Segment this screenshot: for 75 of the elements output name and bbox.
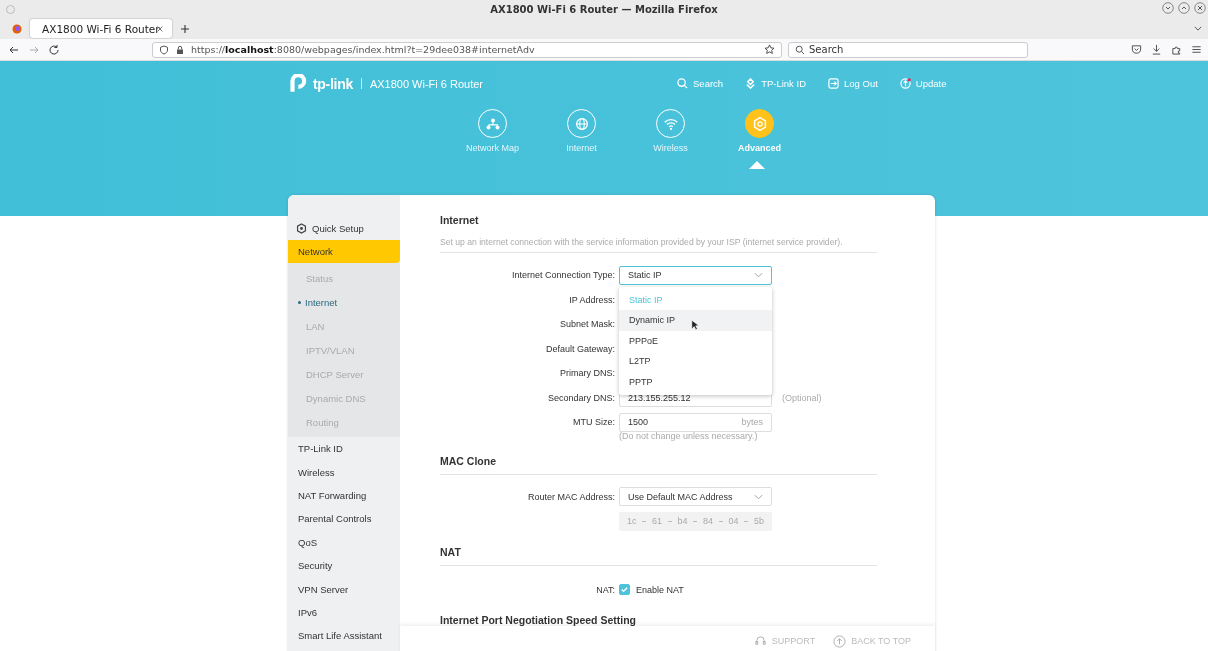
mac-octet: 1c: [627, 516, 637, 527]
section-title: Internet Port Negotiation Speed Setting: [440, 614, 637, 628]
new-tab-icon[interactable]: [180, 23, 190, 34]
caret-icon: [754, 493, 763, 500]
headset-icon: [753, 634, 767, 648]
sidebar-subitem[interactable]: Internet: [288, 290, 400, 314]
sidebar-item[interactable]: TP-Link ID: [288, 437, 400, 461]
menu-icon[interactable]: [1191, 44, 1202, 55]
field-label: Router MAC Address:: [526, 491, 616, 502]
mac-octet: 5b: [753, 516, 764, 527]
mouse-cursor-icon: [691, 318, 699, 331]
mac-octet: 84: [702, 516, 713, 527]
field-label: NAT:: [595, 584, 616, 595]
sidebar-item[interactable]: Smart Life Assistant: [288, 624, 400, 648]
logout-icon: [828, 78, 839, 89]
sidebar-item[interactable]: Security: [288, 553, 400, 578]
section-description: Set up an internet connection with the service information provided by your ISP (internet service provider).: [440, 237, 844, 247]
connection-type-select[interactable]: Static IP: [619, 265, 772, 285]
sidebar-item[interactable]: VPN Server: [288, 577, 400, 601]
section-title: NAT: [440, 545, 462, 560]
router-model: AX1800 Wi-Fi 6 Router: [369, 77, 483, 90]
gear-icon: [745, 109, 774, 138]
checkbox[interactable]: [619, 584, 630, 596]
mac-octet: 61: [652, 516, 662, 527]
section-title: Internet: [440, 214, 480, 228]
field-label: Subnet Mask:: [558, 319, 616, 330]
search-icon: [795, 44, 805, 55]
address-field[interactable]: https://localhost:8080/webpages/index.html?t=29dee038#internetAdv: [152, 41, 782, 58]
field-label: Secondary DNS:: [546, 392, 616, 403]
shield-icon[interactable]: [159, 44, 169, 55]
sidebar-item[interactable]: QoS: [288, 530, 400, 554]
dropdown-option[interactable]: L2TP: [619, 350, 772, 372]
maximize-icon[interactable]: [1178, 2, 1190, 14]
close-icon[interactable]: [1194, 2, 1206, 14]
extensions-icon[interactable]: [1171, 44, 1182, 55]
sidebar-item[interactable]: Network: [288, 240, 400, 263]
field-label: Default Gateway:: [544, 343, 616, 354]
section-title: MAC Clone: [440, 454, 497, 469]
minimize-icon[interactable]: [1162, 2, 1174, 14]
download-icon[interactable]: [1151, 44, 1162, 55]
dropdown-option[interactable]: Dynamic IP: [619, 310, 772, 331]
field-label: MTU Size:: [572, 417, 616, 428]
diamond-icon: [745, 78, 757, 89]
checkmark-icon: [620, 585, 629, 595]
sidebar-item[interactable]: Parental Controls: [288, 507, 400, 531]
browser-logo-icon[interactable]: [12, 23, 22, 34]
sidebar-item[interactable]: NAT Forwarding: [288, 483, 400, 508]
window-title: AX1800 Wi-Fi 6 Router — Mozilla Firefox: [490, 3, 718, 15]
selection-pointer-icon: [749, 161, 765, 169]
sidebar-item[interactable]: Wireless: [288, 460, 400, 484]
caret-icon: [754, 272, 763, 279]
upload-icon: [899, 78, 911, 89]
field-hint: (Do not change unless necessary.): [619, 430, 759, 443]
pocket-icon[interactable]: [1131, 44, 1142, 55]
sidebar-item[interactable]: Quick Setup: [288, 216, 400, 240]
field-label: IP Address:: [568, 294, 616, 305]
field-label: Internet Connection Type:: [511, 270, 616, 281]
dropdown-option[interactable]: PPPoE: [619, 330, 772, 351]
reload-icon[interactable]: [48, 43, 60, 56]
optional-note: (Optional): [782, 392, 822, 403]
lock-icon[interactable]: [175, 44, 185, 55]
mac-address-select[interactable]: Use Default MAC Address: [619, 487, 772, 507]
browser-tab[interactable]: AX1800 Wi-Fi 6 Router: [30, 19, 172, 38]
brand-name: tp-link: [313, 75, 353, 92]
checkbox-label[interactable]: Enable NAT: [636, 584, 684, 595]
text-field[interactable]: 1500 bytes: [619, 412, 772, 432]
bookmark-star-icon[interactable]: [764, 44, 775, 55]
search-icon: [677, 78, 688, 89]
tab-list-icon[interactable]: [1194, 26, 1202, 31]
mac-octet: b4: [677, 516, 688, 527]
search-field[interactable]: Search: [788, 41, 1028, 58]
sidebar-item[interactable]: IPv6: [288, 600, 400, 625]
setup-icon: [296, 222, 307, 234]
mac-octet: 04: [728, 516, 739, 527]
field-label: Primary DNS:: [559, 368, 616, 379]
